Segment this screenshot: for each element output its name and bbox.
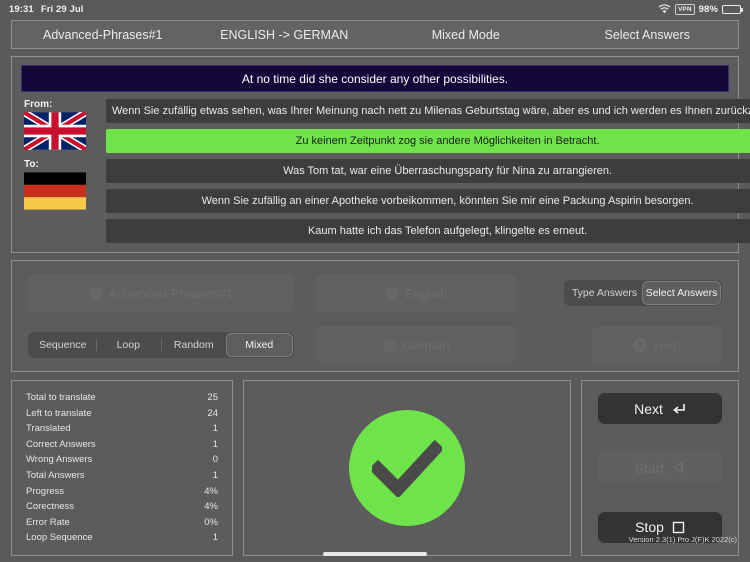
actions-panel: Next Start Stop bbox=[581, 380, 739, 556]
lesson-select-label: Advanced-Phrases#1 bbox=[108, 285, 234, 301]
stat-label: Total to translate bbox=[26, 392, 96, 403]
stat-label: Translated bbox=[26, 423, 71, 435]
header-tab-lesson[interactable]: Advanced-Phrases#1 bbox=[12, 28, 194, 42]
play-left-icon bbox=[673, 461, 683, 475]
answer-list: Wenn Sie zufällig etwas sehen, was Ihrer… bbox=[106, 99, 750, 243]
feedback-panel bbox=[243, 380, 571, 556]
stat-row: Error Rate 0% bbox=[26, 515, 218, 531]
stat-value: 1 bbox=[212, 469, 218, 481]
stat-row: Total to translate 25 bbox=[26, 390, 218, 406]
stat-label: Corectness bbox=[26, 501, 75, 513]
header-tab-mode[interactable]: Mixed Mode bbox=[375, 28, 557, 42]
stop-label: Stop bbox=[635, 519, 664, 536]
stat-label: Wrong Answers bbox=[26, 454, 93, 466]
stat-label: Progress bbox=[26, 485, 65, 497]
version-label: Version 2.3(1) Pro J(F)K 2022(c) bbox=[628, 535, 737, 544]
header-tabs: Advanced-Phrases#1 ENGLISH -> GERMAN Mix… bbox=[11, 20, 739, 49]
segment-type-answers[interactable]: Type Answers bbox=[566, 282, 643, 304]
settings-panel: Advanced-Phrases#1 English Type Answers … bbox=[11, 260, 739, 372]
book-icon bbox=[88, 286, 102, 300]
to-language-button[interactable]: German bbox=[316, 326, 516, 364]
statistics-panel: Total to translate 25 Left to translate … bbox=[11, 380, 233, 556]
status-time: 19:31 bbox=[9, 3, 34, 15]
language-flags: From: To: bbox=[21, 99, 99, 243]
stat-value: 4% bbox=[204, 501, 218, 513]
help-button[interactable]: ? Help bbox=[592, 326, 722, 364]
segment-select-answers[interactable]: Select Answers bbox=[643, 282, 720, 304]
from-language-button[interactable]: English bbox=[316, 274, 516, 312]
uk-flag-icon bbox=[24, 112, 86, 150]
wifi-icon bbox=[658, 4, 671, 14]
bottom-row: Total to translate 25 Left to translate … bbox=[11, 380, 739, 556]
answer-mode-segmented-control[interactable]: Type Answers Select Answers bbox=[564, 280, 722, 306]
stat-label: Loop Sequence bbox=[26, 532, 93, 544]
play-mode-segmented-control[interactable]: Sequence Loop Random Mixed bbox=[28, 332, 294, 358]
from-language-label: English bbox=[404, 285, 448, 301]
stat-row: Left to translate 24 bbox=[26, 406, 218, 422]
stat-row: Translated 1 bbox=[26, 421, 218, 437]
stat-label: Left to translate bbox=[26, 407, 92, 419]
stat-label: Error Rate bbox=[26, 516, 70, 528]
status-indicators: VPN 98% bbox=[658, 3, 743, 15]
segment-random[interactable]: Random bbox=[161, 334, 227, 356]
stat-label: Total Answers bbox=[26, 469, 85, 481]
header-tab-answer-mode[interactable]: Select Answers bbox=[557, 28, 739, 42]
lesson-select-button[interactable]: Advanced-Phrases#1 bbox=[28, 274, 294, 312]
header-tab-direction[interactable]: ENGLISH -> GERMAN bbox=[194, 28, 376, 42]
quiz-panel: At no time did she consider any other po… bbox=[11, 56, 750, 253]
checkmark-icon bbox=[372, 439, 442, 497]
globe-icon bbox=[384, 286, 398, 300]
germany-flag-icon bbox=[24, 172, 86, 210]
stat-value: 24 bbox=[207, 407, 218, 419]
to-language-label: German bbox=[402, 337, 450, 353]
stat-value: 4% bbox=[204, 485, 218, 497]
question-banner: At no time did she consider any other po… bbox=[21, 65, 729, 92]
question-mark-icon: ? bbox=[633, 338, 648, 352]
stat-label: Correct Answers bbox=[26, 438, 96, 450]
start-button[interactable]: Start bbox=[598, 452, 722, 484]
stat-value: 1 bbox=[212, 423, 218, 435]
answer-option[interactable]: Was Tom tat, war eine Überraschungsparty… bbox=[106, 159, 750, 183]
stat-value: 25 bbox=[207, 392, 218, 403]
square-stop-icon bbox=[672, 521, 685, 534]
stat-row: Total Answers 1 bbox=[26, 468, 218, 484]
answer-option[interactable]: Wenn Sie zufällig etwas sehen, was Ihrer… bbox=[106, 99, 750, 123]
segment-loop[interactable]: Loop bbox=[95, 334, 162, 356]
home-indicator[interactable] bbox=[323, 552, 427, 556]
from-label: From: bbox=[24, 99, 53, 110]
segment-mixed[interactable]: Mixed bbox=[226, 334, 292, 356]
segment-sequence[interactable]: Sequence bbox=[30, 334, 96, 356]
stat-row: Progress 4% bbox=[26, 484, 218, 500]
start-label: Start bbox=[634, 459, 665, 476]
stat-value: 0 bbox=[212, 454, 218, 466]
help-label: Help bbox=[654, 337, 681, 353]
checkmark-circle-icon bbox=[349, 409, 465, 526]
vpn-badge: VPN bbox=[675, 3, 695, 15]
answer-option[interactable]: Kaum hatte ich das Telefon aufgelegt, kl… bbox=[106, 219, 750, 243]
next-button[interactable]: Next bbox=[598, 393, 722, 424]
answer-option[interactable]: Wenn Sie zufällig an einer Apotheke vorb… bbox=[106, 189, 750, 213]
stat-row: Corectness 4% bbox=[26, 499, 218, 515]
status-bar: 19:31 Fri 29 Jul VPN 98% bbox=[0, 0, 750, 18]
stat-row: Loop Sequence 1 bbox=[26, 530, 218, 546]
stat-row: Correct Answers 1 bbox=[26, 437, 218, 453]
enter-arrow-icon bbox=[673, 403, 685, 414]
stat-row: Wrong Answers 0 bbox=[26, 452, 218, 468]
status-date: Fri 29 Jul bbox=[40, 3, 84, 15]
stat-value: 1 bbox=[212, 438, 218, 450]
battery-icon bbox=[722, 4, 743, 14]
globe-icon bbox=[382, 338, 396, 352]
next-label: Next bbox=[634, 400, 663, 417]
answer-option-selected[interactable]: Zu keinem Zeitpunkt zog sie andere Mögli… bbox=[106, 129, 750, 153]
battery-percent: 98% bbox=[698, 3, 718, 15]
stat-value: 1 bbox=[212, 532, 218, 544]
stat-value: 0% bbox=[204, 516, 218, 528]
to-label: To: bbox=[24, 159, 39, 170]
